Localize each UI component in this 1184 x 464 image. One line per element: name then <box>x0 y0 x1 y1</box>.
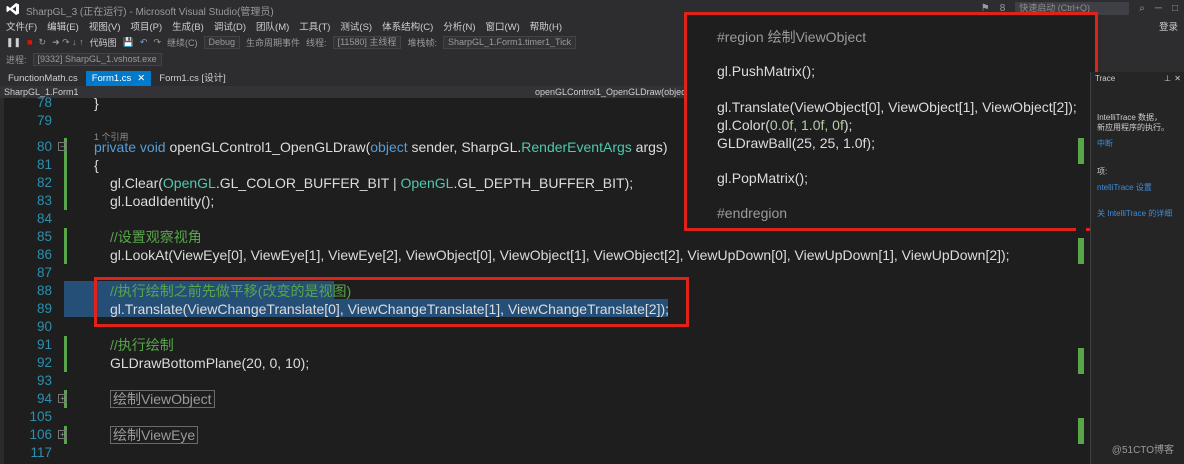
change-indicator <box>64 228 67 246</box>
menu-help[interactable]: 帮助(H) <box>530 19 562 33</box>
collapsed-region[interactable]: 绘制ViewEye <box>110 426 199 444</box>
expand-icon[interactable]: + <box>58 394 67 403</box>
popup-code-line: gl.Translate(ViewObject[0], ViewObject[1… <box>717 99 1077 115</box>
minimize-icon[interactable]: ─ <box>1155 3 1162 14</box>
visual-studio-logo-icon <box>6 3 19 15</box>
break-link[interactable]: 中断 <box>1097 138 1113 149</box>
restart-icon[interactable]: ↻ <box>39 37 47 48</box>
menu-debug[interactable]: 调试(D) <box>214 19 246 33</box>
panel-text: 项: <box>1097 167 1108 176</box>
stack-frame-select[interactable]: SharpGL_1.Form1.timer1_Tick <box>442 35 577 49</box>
step-icons[interactable]: ➜ ↷ ↓ ↑ <box>52 37 84 48</box>
lifecycle-events-button[interactable]: 生命周期事件 <box>246 36 300 49</box>
menu-analyze[interactable]: 分析(N) <box>443 19 475 33</box>
close-icon[interactable]: ✕ <box>137 73 145 84</box>
menu-window[interactable]: 窗口(W) <box>486 19 520 33</box>
code-line: 105 <box>29 409 52 424</box>
menu-tools[interactable]: 工具(T) <box>299 19 330 33</box>
change-indicator <box>64 174 67 192</box>
search-icon[interactable]: ⌕ <box>1139 3 1145 14</box>
intellitrace-settings-link[interactable]: ntelliTrace 设置 <box>1097 182 1152 193</box>
code-line: 86 gl.LookAt(ViewEye[0], ViewEye[1], Vie… <box>36 246 1010 264</box>
expand-icon[interactable]: + <box>58 430 67 439</box>
code-line: 117 <box>30 445 52 460</box>
watermark: @51CTO博客 <box>1111 445 1174 456</box>
menu-edit[interactable]: 编辑(E) <box>47 19 79 33</box>
popup-code-line: gl.PopMatrix(); <box>717 170 809 186</box>
pause-icon[interactable]: ❚❚ <box>6 37 21 48</box>
change-indicator <box>64 354 67 372</box>
panel-text: 新应用程序的执行。 <box>1097 123 1169 132</box>
thread-select[interactable]: [11580] 主线程 <box>332 35 402 49</box>
save-icon[interactable]: 💾 <box>123 37 134 48</box>
collapsed-region[interactable]: 绘制ViewObject <box>110 390 215 408</box>
close-icon[interactable]: ✕ <box>1174 74 1181 83</box>
popup-code-line: gl.PushMatrix(); <box>717 63 816 79</box>
redo-icon[interactable]: ↷ <box>153 37 161 48</box>
menu-team[interactable]: 团队(M) <box>256 19 289 33</box>
intellitrace-panel: Trace ⊥ ✕ IntelliTrace 数据， 新应用程序的执行。 中断 … <box>1090 72 1184 464</box>
menu-project[interactable]: 项目(P) <box>130 19 162 33</box>
region-end: #endregion <box>717 205 788 221</box>
stop-icon[interactable]: ■ <box>27 37 32 47</box>
scroll-change-marker <box>1078 138 1084 164</box>
code-line: 93 <box>36 373 52 388</box>
pin-icon[interactable]: ⊥ <box>1164 74 1171 83</box>
menu-test[interactable]: 测试(S) <box>340 19 372 33</box>
code-line: 106 + 绘制ViewEye <box>0 426 1090 444</box>
editor-scrollbar[interactable] <box>1076 98 1086 464</box>
tab-form1-cs[interactable]: Form1.cs ✕ <box>85 71 152 86</box>
tab-functionmath[interactable]: FunctionMath.cs <box>2 71 84 86</box>
code-line: 91 //执行绘制 <box>36 336 174 354</box>
scroll-change-marker <box>1078 348 1084 374</box>
configuration-select[interactable]: Debug <box>203 35 241 49</box>
panel-title: Trace <box>1095 74 1116 83</box>
region-start: #region 绘制ViewObject <box>717 29 867 45</box>
scroll-change-marker <box>1078 238 1084 264</box>
menu-view[interactable]: 视图(V) <box>89 19 121 33</box>
undo-icon[interactable]: ↶ <box>140 37 148 48</box>
popup-code-line: gl.Color(0.0f, 1.0f, 0f); <box>717 117 853 133</box>
menu-file[interactable]: 文件(F) <box>6 19 37 33</box>
change-indicator <box>64 192 67 210</box>
change-indicator <box>64 156 67 174</box>
scroll-change-marker <box>1078 418 1084 444</box>
popup-code-line: GLDrawBall(25, 25, 1.0f); <box>717 135 875 151</box>
menu-architecture[interactable]: 体系结构(C) <box>382 19 433 33</box>
stack-frame-label: 堆栈帧: <box>407 37 437 48</box>
thread-label: 线程: <box>306 37 327 48</box>
process-label: 进程: <box>6 54 27 65</box>
process-select[interactable]: [9332] SharpGL_1.vshost.exe <box>32 52 162 66</box>
window-title: SharpGL_3 (正在运行) - Microsoft Visual Stud… <box>26 7 274 18</box>
highlight-annotation-box <box>94 277 689 327</box>
code-line: 94 + 绘制ViewObject <box>0 390 1090 408</box>
change-indicator <box>64 246 67 264</box>
continue-button[interactable]: 继续(C) <box>167 36 198 49</box>
change-indicator <box>64 336 67 354</box>
tab-form1-design[interactable]: Form1.cs [设计] <box>153 68 232 86</box>
menu-build[interactable]: 生成(B) <box>172 19 204 33</box>
intellitrace-details-link[interactable]: 关 IntelliTrace 的详细 <box>1097 208 1172 219</box>
maximize-icon[interactable]: □ <box>1172 3 1178 14</box>
code-line: 92 GLDrawBottomPlane(20, 0, 10); <box>36 354 310 372</box>
collapse-icon[interactable]: − <box>58 142 67 151</box>
code-map-button[interactable]: 代码图 <box>90 36 117 49</box>
sign-in-link[interactable]: 登录 <box>1159 19 1178 33</box>
region-preview-popup: #region 绘制ViewObject gl.PushMatrix(); gl… <box>684 12 1098 231</box>
